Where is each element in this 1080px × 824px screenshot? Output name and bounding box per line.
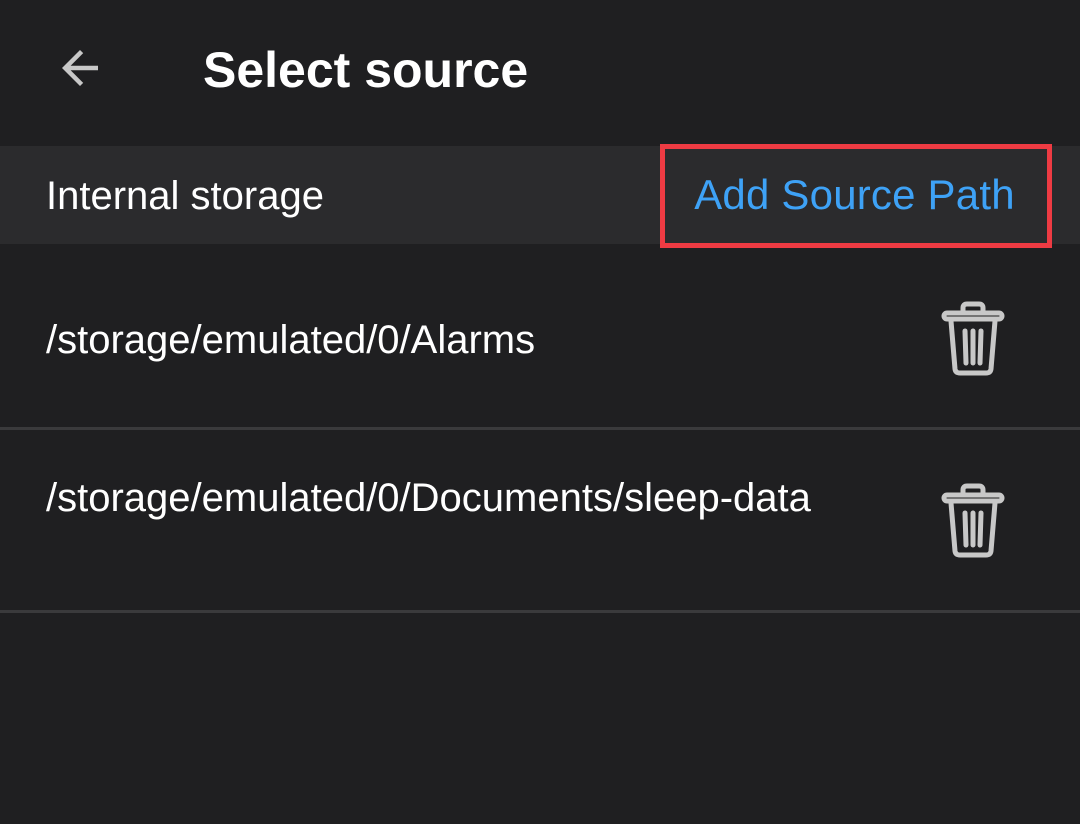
trash-icon bbox=[941, 483, 1005, 558]
add-source-path-label: Add Source Path bbox=[694, 171, 1015, 218]
list-item: /storage/emulated/0/Documents/sleep-data bbox=[0, 430, 1080, 613]
app-bar: Select source bbox=[0, 0, 1080, 146]
delete-button[interactable] bbox=[930, 478, 1016, 564]
delete-button[interactable] bbox=[930, 296, 1016, 382]
page-title: Select source bbox=[203, 42, 529, 98]
section-header: Internal storage Add Source Path bbox=[0, 144, 1080, 248]
section-label: Internal storage bbox=[46, 174, 324, 218]
list-item: /storage/emulated/0/Alarms bbox=[0, 244, 1080, 430]
path-label: /storage/emulated/0/Alarms bbox=[46, 318, 536, 362]
add-source-path-button[interactable]: Add Source Path bbox=[660, 146, 1049, 244]
trash-icon bbox=[941, 301, 1005, 376]
back-button[interactable] bbox=[44, 32, 116, 104]
arrow-left-icon bbox=[62, 50, 98, 86]
path-label: /storage/emulated/0/Documents/sleep-data bbox=[46, 476, 811, 520]
